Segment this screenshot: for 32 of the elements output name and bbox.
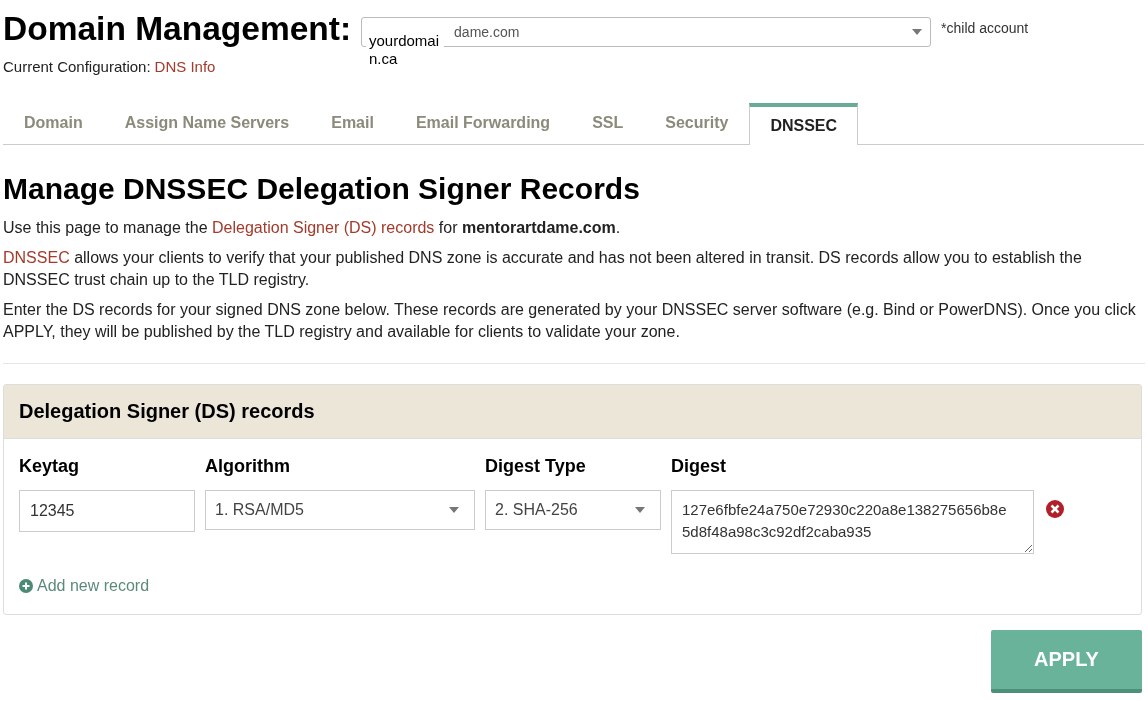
tab[interactable]: Security — [644, 101, 750, 144]
about-text: DNSSEC allows your clients to verify that your published DNS zone is accurate and has not been altered in transit. DS records allow you to establish the DNSSEC trust chain up to the TLD registry. — [3, 247, 1083, 290]
plus-icon — [19, 578, 33, 593]
add-record-link[interactable]: Add new record — [19, 573, 150, 598]
ds-records-link[interactable]: Delegation Signer (DS) records — [212, 218, 435, 236]
column-label: Digest — [671, 455, 726, 476]
tab[interactable]: Email Forwarding — [394, 101, 572, 144]
digest-field[interactable]: 127e6fbfe24a750e72930c220a8e138275656b8e5d8f48a98c3c92df2caba935 — [671, 489, 1034, 554]
dnssec-link[interactable]: DNSSEC — [3, 248, 70, 266]
section-heading: Manage DNSSEC Delegation Signer Records — [3, 170, 641, 207]
config-label: Current Configuration: — [3, 57, 151, 77]
config-link[interactable]: DNS Info — [154, 56, 216, 79]
caret-icon — [912, 29, 923, 35]
remove-icon[interactable] — [1046, 499, 1064, 518]
intro-text: Use this page to manage the Delegation Signer (DS) records for mentorartdame.com. — [3, 217, 622, 238]
tab[interactable]: Email — [310, 101, 395, 144]
column-label: Algorithm — [205, 455, 290, 476]
instructions-text: Enter the DS records for your signed DNS zone below. These records are generated by your DNSSEC server software (e.g. Bind or PowerDNS). Once you click APPLY, they will be published by the TLD registry and available for clients to validate your zone. — [3, 298, 1145, 364]
keytag-field[interactable]: 12345 — [19, 489, 195, 532]
column-label: Keytag — [19, 455, 80, 476]
panel-title: Delegation Signer (DS) records — [19, 399, 315, 424]
tab[interactable]: DNSSEC — [749, 102, 859, 145]
caret-icon — [635, 506, 645, 513]
column-label: Digest Type — [485, 455, 586, 476]
tab[interactable]: Domain — [3, 101, 104, 144]
caret-icon — [449, 506, 459, 513]
tab[interactable]: SSL — [571, 101, 645, 144]
child-account-note: *child account — [941, 19, 1029, 38]
page-title: Domain Management: — [3, 10, 352, 48]
tab[interactable]: Assign Name Servers — [103, 101, 311, 144]
digest-type-select[interactable]: 2. SHA-256 — [485, 489, 661, 530]
algorithm-select[interactable]: 1. RSA/MD5 — [205, 489, 475, 530]
